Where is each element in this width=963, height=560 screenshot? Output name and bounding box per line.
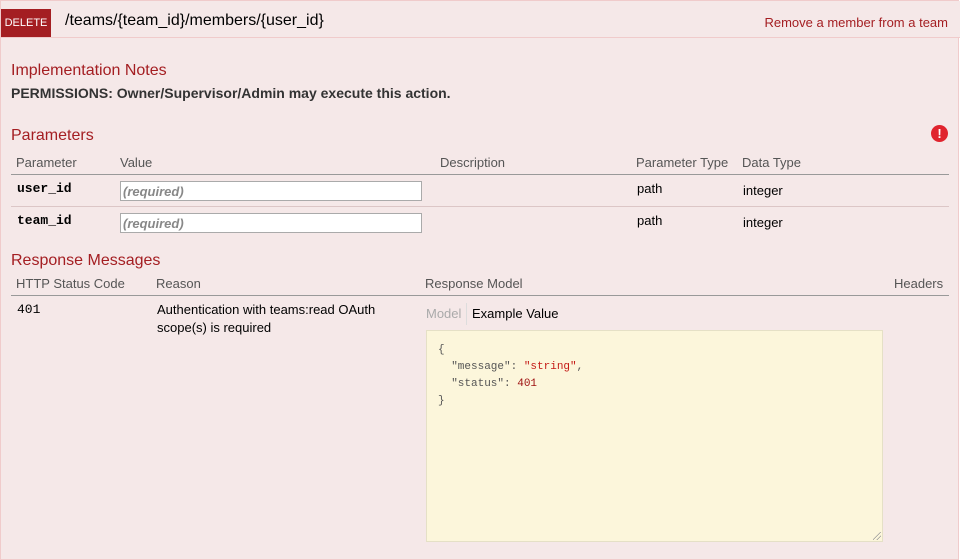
- json-close-brace: }: [438, 395, 445, 407]
- response-messages-title: Response Messages: [11, 252, 161, 269]
- example-json: { "message": "string", "status": 401 }: [438, 344, 584, 407]
- response-status-code: 401: [17, 302, 41, 317]
- operation-path[interactable]: /teams/{team_id}/members/{user_id}: [65, 12, 324, 30]
- param-header-value: Value: [120, 155, 153, 170]
- param-type-team-id: path: [637, 213, 663, 228]
- response-header-headers: Headers: [894, 276, 944, 291]
- param-type-user-id: path: [637, 181, 663, 196]
- param-header-parameter-type: Parameter Type: [636, 155, 729, 170]
- response-header-status-code: HTTP Status Code: [16, 276, 125, 291]
- implementation-notes-text: PERMISSIONS: Owner/Supervisor/Admin may …: [11, 85, 451, 101]
- tab-divider: [466, 303, 467, 325]
- json-key-message: "message": [451, 361, 511, 373]
- resize-handle-icon[interactable]: [873, 532, 881, 540]
- response-header-divider: [11, 295, 949, 296]
- parameters-title: Parameters: [11, 127, 94, 144]
- param-name-user-id: user_id: [17, 181, 72, 196]
- param-header-parameter: Parameter: [16, 155, 77, 170]
- response-header-model: Response Model: [425, 276, 523, 291]
- example-value-tab[interactable]: Example Value: [472, 306, 558, 321]
- method-badge[interactable]: DELETE: [1, 9, 51, 37]
- response-header-reason: Reason: [156, 276, 201, 291]
- operation-heading[interactable]: DELETE /teams/{team_id}/members/{user_id…: [1, 1, 960, 38]
- param-row-divider: [11, 206, 949, 207]
- operation-summary[interactable]: Remove a member from a team: [764, 15, 948, 30]
- data-type-user-id: integer: [743, 183, 783, 198]
- param-header-divider: [11, 174, 949, 175]
- model-tab[interactable]: Model: [426, 306, 461, 321]
- example-value-box[interactable]: { "message": "string", "status": 401 }: [426, 330, 883, 542]
- operation-panel: DELETE /teams/{team_id}/members/{user_id…: [0, 0, 960, 560]
- json-open-brace: {: [438, 344, 445, 356]
- json-value-status: 401: [517, 378, 538, 390]
- response-reason: Authentication with teams:read OAuth sco…: [157, 302, 376, 335]
- param-header-description: Description: [440, 155, 506, 170]
- exclamation-circle-icon[interactable]: !: [931, 125, 948, 142]
- data-type-team-id: integer: [743, 215, 783, 230]
- json-value-message: "string": [523, 361, 577, 373]
- param-header-data-type: Data Type: [742, 155, 802, 170]
- param-name-team-id: team_id: [17, 213, 72, 228]
- json-key-status: "status": [451, 378, 505, 390]
- implementation-notes-title: Implementation Notes: [11, 62, 167, 79]
- team-id-input[interactable]: [120, 213, 422, 233]
- user-id-input[interactable]: [120, 181, 422, 201]
